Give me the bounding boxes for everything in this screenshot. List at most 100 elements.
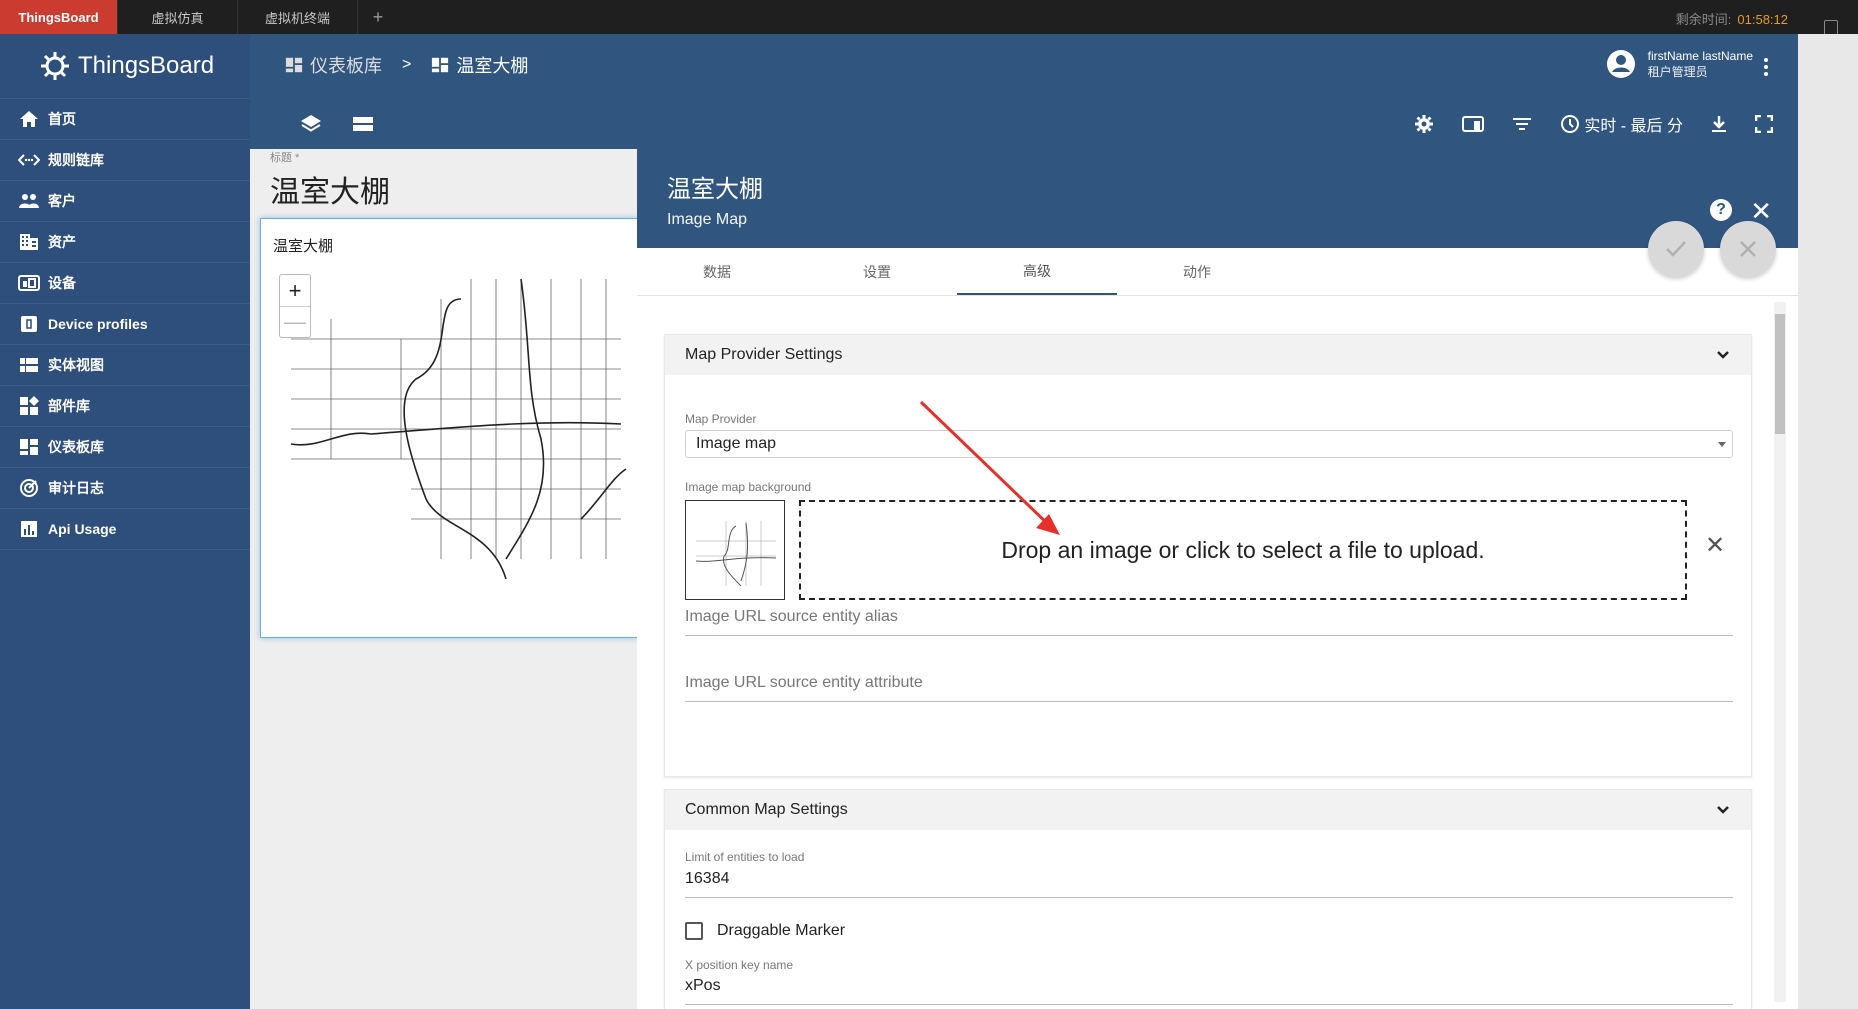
timewindow-label: 实时 - 最后 分 — [1584, 118, 1683, 135]
map-widget[interactable]: 温室大棚 + — — [260, 218, 640, 638]
panel-scrollbar[interactable] — [1774, 302, 1786, 1002]
code-arrows-icon — [18, 150, 40, 170]
right-strip — [1798, 34, 1858, 1009]
sidebar: ThingsBoard 首页 规则链库 客户 资产 设备 Device prof… — [0, 34, 250, 1009]
tab-vm-terminal[interactable]: 虚拟机终端 — [238, 0, 358, 34]
layout-icon[interactable] — [352, 114, 374, 134]
chevron-down-icon[interactable] — [1715, 802, 1731, 818]
checkbox-icon[interactable] — [685, 922, 703, 940]
breadcrumb-current: 温室大棚 — [431, 52, 528, 78]
settings-gear-icon[interactable] — [1414, 114, 1434, 134]
sidebar-item-widgets[interactable]: 部件库 — [0, 386, 250, 427]
sidebar-item-label: 部件库 — [48, 398, 90, 414]
dashboard-icon — [18, 437, 40, 457]
download-icon[interactable] — [1711, 115, 1727, 133]
tab-settings[interactable]: 设置 — [797, 248, 957, 295]
timewindow-button[interactable]: 实时 - 最后 分 — [1560, 112, 1683, 136]
clock-icon — [1561, 115, 1580, 133]
dashboard-title-label: 标题 * — [270, 152, 300, 164]
remaining-time: 剩余时间: 01:58:12 — [1676, 9, 1788, 28]
tab-virtual-simulation[interactable]: 虚拟仿真 — [118, 0, 238, 34]
widget-title: 温室大棚 — [273, 238, 334, 255]
street-map-image — [290, 278, 627, 580]
brand[interactable]: ThingsBoard — [0, 34, 250, 99]
map-provider-label: Map Provider — [685, 412, 757, 426]
image-thumbnail — [685, 500, 785, 600]
dashboard-canvas: 标题 * 温室大棚 温室大棚 + — — [250, 149, 640, 1009]
clear-image-icon[interactable]: ✕ — [1705, 531, 1725, 560]
sidebar-item-dashboards[interactable]: 仪表板库 — [0, 427, 250, 468]
map-provider-select[interactable]: Image map — [685, 430, 1733, 458]
help-icon[interactable]: ? — [1710, 199, 1732, 221]
xpos-key-input[interactable]: xPos — [685, 977, 1733, 1005]
sidebar-item-entity-views[interactable]: 实体视图 — [0, 345, 250, 386]
panel-subtitle: Image Map — [667, 211, 748, 228]
sidebar-item-devices[interactable]: 设备 — [0, 263, 250, 304]
dashboard-toolbar-right: 实时 - 最后 分 — [1414, 112, 1773, 136]
section-header[interactable]: Map Provider Settings — [665, 335, 1751, 375]
dashboard-icon — [432, 57, 449, 73]
scrollbar-thumb[interactable] — [1775, 314, 1785, 434]
widget-edit-panel: 温室大棚 Image Map ? ✕ 数据 设置 高级 动作 Map Provi… — [637, 149, 1798, 1009]
image-background-label: Image map background — [685, 480, 812, 494]
section-header[interactable]: Common Map Settings — [665, 790, 1751, 830]
timer-value: 01:58:12 — [1737, 12, 1788, 27]
sidebar-item-customers[interactable]: 客户 — [0, 181, 250, 222]
user-menu[interactable]: firstName lastName 租户管理员 — [1606, 48, 1753, 80]
sidebar-item-device-profiles[interactable]: Device profiles — [0, 304, 250, 345]
bar-chart-icon — [18, 519, 40, 539]
device-profile-icon — [18, 314, 40, 334]
user-role: 租户管理员 — [1647, 65, 1708, 79]
brand-name: ThingsBoard — [78, 52, 215, 79]
filter-icon[interactable] — [1512, 116, 1532, 132]
draggable-marker-label: Draggable Marker — [717, 922, 846, 939]
sidebar-item-home[interactable]: 首页 — [0, 99, 250, 140]
top-header: 仪表板库 > 温室大棚 firstName lastName 租户管理员 实时 … — [250, 34, 1798, 149]
tab-advanced[interactable]: 高级 — [957, 248, 1117, 295]
sidebar-item-assets[interactable]: 资产 — [0, 222, 250, 263]
add-tab-button[interactable]: + — [358, 0, 398, 34]
account-circle-icon — [1606, 50, 1635, 78]
sidebar-item-label: 首页 — [48, 111, 76, 127]
dashboard-icon — [285, 57, 303, 73]
sidebar-item-label: Api Usage — [48, 521, 117, 537]
building-icon — [18, 232, 40, 252]
panel-header: 温室大棚 Image Map ? ✕ — [637, 149, 1798, 248]
breadcrumb: 仪表板库 > 温室大棚 — [285, 52, 528, 78]
breadcrumb-dashboards-label: 仪表板库 — [310, 56, 382, 76]
sidebar-item-label: 客户 — [48, 193, 76, 209]
tab-data[interactable]: 数据 — [637, 248, 797, 295]
layers-icon[interactable] — [300, 114, 322, 134]
xpos-key-label: X position key name — [685, 958, 794, 972]
sidebar-item-label: Device profiles — [48, 316, 148, 332]
user-name: firstName lastName — [1647, 49, 1753, 63]
tab-actions[interactable]: 动作 — [1117, 248, 1277, 295]
sidebar-item-rule-chains[interactable]: 规则链库 — [0, 140, 250, 181]
sidebar-item-audit-logs[interactable]: 审计日志 — [0, 468, 250, 509]
people-icon — [18, 191, 40, 211]
widgets-icon — [18, 396, 40, 416]
device-icon — [18, 273, 40, 293]
fullscreen-icon[interactable] — [1755, 115, 1773, 133]
sidebar-item-label: 资产 — [48, 234, 76, 250]
sidebar-item-label: 规则链库 — [48, 152, 104, 168]
more-vert-icon[interactable] — [1764, 58, 1768, 79]
limit-entities-input[interactable]: 16384 — [685, 870, 1733, 898]
devices-icon[interactable] — [1462, 115, 1485, 133]
home-icon — [18, 109, 40, 129]
image-url-alias-input[interactable]: Image URL source entity alias — [685, 608, 1733, 636]
panel-tabs: 数据 设置 高级 动作 — [637, 248, 1798, 296]
sidebar-item-api-usage[interactable]: Api Usage — [0, 509, 250, 550]
breadcrumb-dashboards[interactable]: 仪表板库 — [285, 52, 382, 78]
map-provider-value: Image map — [696, 435, 777, 452]
map-provider-settings-section: Map Provider Settings Map Provider Image… — [664, 334, 1752, 777]
draggable-marker-checkbox[interactable]: Draggable Marker — [685, 922, 845, 940]
image-dropzone[interactable]: Drop an image or click to select a file … — [799, 500, 1687, 600]
panel-title: 温室大棚 — [667, 176, 763, 203]
image-url-attribute-input[interactable]: Image URL source entity attribute — [685, 674, 1733, 702]
section-title: Map Provider Settings — [685, 346, 843, 363]
tab-thingsboard[interactable]: ThingsBoard — [0, 0, 118, 34]
dropdown-caret-icon — [1718, 442, 1726, 447]
breadcrumb-current-label: 温室大棚 — [456, 56, 529, 76]
chevron-down-icon[interactable] — [1715, 347, 1731, 363]
